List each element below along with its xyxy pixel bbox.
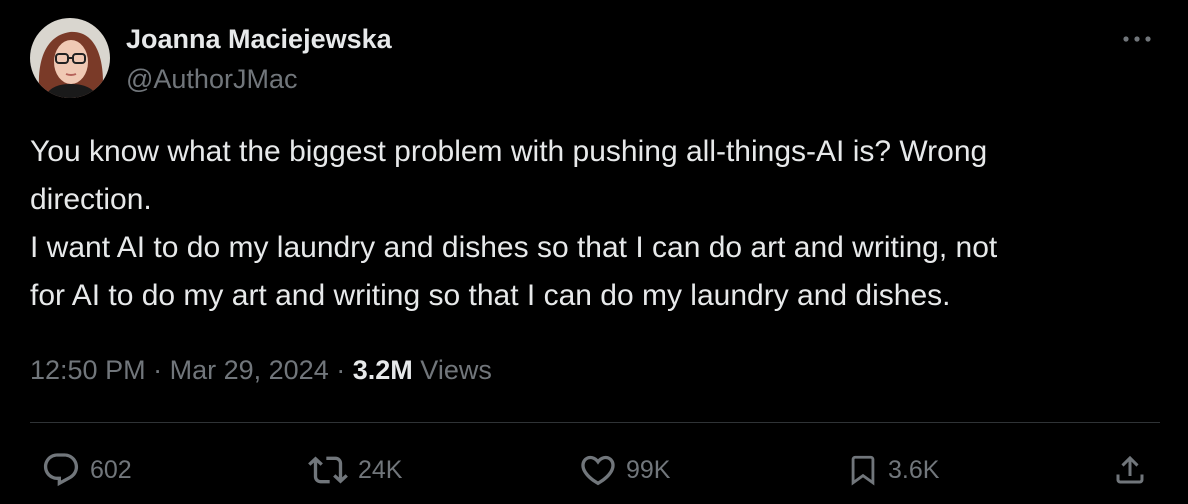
tweet-line: You know what the biggest problem with p…: [30, 135, 988, 168]
bookmark-count: 3.6K: [888, 455, 940, 484]
reply-button[interactable]: 602: [40, 448, 132, 492]
reply-count: 602: [90, 455, 132, 484]
share-icon: [1116, 455, 1144, 484]
bookmark-icon: [851, 455, 875, 486]
avatar[interactable]: [30, 18, 110, 98]
more-icon: [1123, 36, 1151, 42]
meta-separator: ·: [336, 355, 346, 385]
reply-icon: [43, 453, 79, 487]
author-handle[interactable]: @AuthorJMac: [126, 62, 297, 96]
like-button[interactable]: 99K: [578, 448, 670, 492]
like-count: 99K: [626, 455, 671, 484]
divider: [30, 422, 1160, 423]
tweet-date[interactable]: Mar 29, 2024: [170, 355, 329, 385]
views-label: Views: [420, 355, 492, 385]
repost-button[interactable]: 24K: [306, 448, 402, 492]
meta-separator: ·: [153, 355, 163, 385]
tweet-line: direction.: [30, 183, 152, 216]
views-count[interactable]: 3.2M: [353, 355, 413, 385]
bookmark-button[interactable]: 3.6K: [846, 448, 939, 492]
author-display-name[interactable]: Joanna Maciejewska: [126, 22, 392, 56]
tweet-meta: 12:50 PM · Mar 29, 2024 · 3.2M Views: [30, 352, 492, 388]
repost-icon: [308, 456, 348, 484]
heart-icon: [581, 455, 615, 486]
tweet-time[interactable]: 12:50 PM: [30, 355, 146, 385]
tweet-line: for AI to do my art and writing so that …: [30, 279, 951, 312]
tweet-line: I want AI to do my laundry and dishes so…: [30, 231, 998, 264]
repost-count: 24K: [358, 455, 403, 484]
more-button[interactable]: [1120, 24, 1154, 54]
share-button[interactable]: [1112, 448, 1148, 492]
tweet-text: You know what the biggest problem with p…: [30, 128, 1170, 320]
profile-photo-icon: [30, 18, 110, 98]
